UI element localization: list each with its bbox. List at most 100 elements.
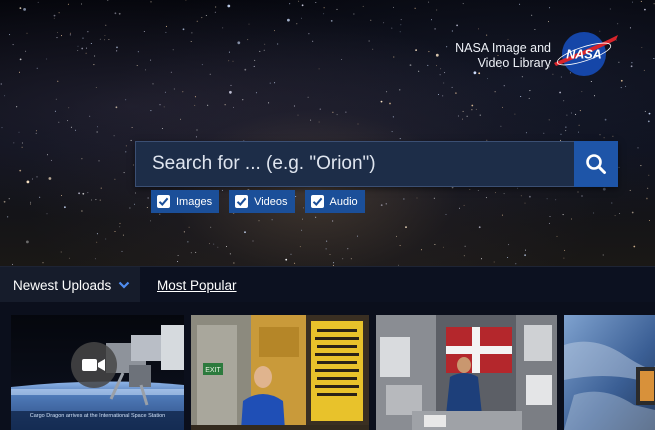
site-title[interactable]: NASA Image and Video Library xyxy=(455,41,551,71)
nasa-logo[interactable]: NASA xyxy=(550,29,620,79)
star xyxy=(479,114,481,116)
star xyxy=(617,23,619,25)
tab-most-popular[interactable]: Most Popular xyxy=(157,267,237,303)
star xyxy=(187,241,189,243)
thumbnail-image-3[interactable] xyxy=(376,315,557,430)
star xyxy=(229,253,231,255)
star xyxy=(301,229,303,231)
star xyxy=(528,97,530,99)
star xyxy=(264,43,266,45)
star xyxy=(632,1,633,3)
star xyxy=(421,249,422,251)
star xyxy=(227,4,231,8)
videos-checkbox[interactable] xyxy=(235,195,249,208)
star xyxy=(564,249,566,251)
star xyxy=(67,3,69,5)
star xyxy=(298,0,300,2)
star xyxy=(96,131,98,133)
star xyxy=(648,220,650,221)
star xyxy=(85,52,87,54)
star xyxy=(565,130,567,132)
star xyxy=(271,219,273,221)
star xyxy=(194,104,196,106)
star xyxy=(485,197,487,199)
star xyxy=(93,64,95,66)
star xyxy=(565,126,567,128)
star xyxy=(318,121,320,123)
thumbnail-strip: Cargo Dragon arrives at the Internationa… xyxy=(0,302,655,430)
star xyxy=(50,159,52,161)
star xyxy=(137,51,139,53)
star xyxy=(519,3,521,5)
star xyxy=(188,226,190,228)
star xyxy=(36,67,38,69)
star xyxy=(99,199,101,201)
thumbnail-video-1[interactable]: Cargo Dragon arrives at the Internationa… xyxy=(11,315,184,430)
thumbnail-image-4[interactable] xyxy=(564,315,655,430)
search-input[interactable]: Search for ... (e.g. "Orion") xyxy=(135,141,574,187)
star xyxy=(159,104,161,106)
search-button[interactable] xyxy=(574,141,618,187)
star xyxy=(215,6,217,8)
star xyxy=(35,130,37,132)
star xyxy=(82,192,85,195)
star xyxy=(136,65,138,66)
star xyxy=(95,199,97,201)
star xyxy=(123,172,125,174)
star xyxy=(42,262,44,264)
star xyxy=(252,240,254,242)
star xyxy=(9,34,11,36)
star xyxy=(577,191,579,193)
star xyxy=(116,50,118,52)
star xyxy=(244,231,246,234)
star xyxy=(399,245,401,246)
star xyxy=(217,246,219,248)
star xyxy=(609,8,611,10)
star xyxy=(104,39,106,41)
star xyxy=(91,199,92,201)
star xyxy=(434,28,436,30)
filter-videos[interactable]: Videos xyxy=(229,190,295,213)
star xyxy=(77,50,79,51)
star xyxy=(263,49,265,51)
video-play-badge[interactable] xyxy=(71,342,117,388)
star xyxy=(495,192,496,194)
star xyxy=(455,92,457,94)
star xyxy=(571,218,572,220)
filter-audio-label: Audio xyxy=(329,195,358,208)
thumbnail-image-2[interactable]: EXIT xyxy=(191,315,369,430)
star xyxy=(442,246,444,248)
thumbnail-image: EXIT xyxy=(191,315,369,430)
star xyxy=(132,164,134,166)
star xyxy=(78,192,80,195)
images-checkbox[interactable] xyxy=(157,195,170,208)
audio-checkbox[interactable] xyxy=(310,195,324,208)
star xyxy=(620,87,622,89)
star xyxy=(330,20,333,22)
star xyxy=(503,193,505,195)
tab-newest-uploads[interactable]: Newest Uploads xyxy=(0,267,140,303)
star xyxy=(648,112,651,115)
star xyxy=(368,40,370,42)
filter-images[interactable]: Images xyxy=(151,190,220,213)
star xyxy=(345,111,347,113)
star xyxy=(644,8,646,11)
star xyxy=(593,212,595,214)
star xyxy=(105,24,107,26)
star xyxy=(125,99,127,101)
star xyxy=(299,246,301,248)
star xyxy=(614,215,616,217)
star xyxy=(560,133,562,135)
star xyxy=(170,71,172,73)
star xyxy=(493,261,495,263)
checkmark-icon xyxy=(158,197,169,206)
star xyxy=(386,91,388,93)
star xyxy=(182,28,185,31)
star xyxy=(433,197,435,199)
filter-audio[interactable]: Audio xyxy=(304,190,365,213)
star xyxy=(653,3,655,5)
star xyxy=(440,68,442,70)
star xyxy=(392,116,394,118)
star xyxy=(94,258,96,260)
star xyxy=(409,64,412,66)
